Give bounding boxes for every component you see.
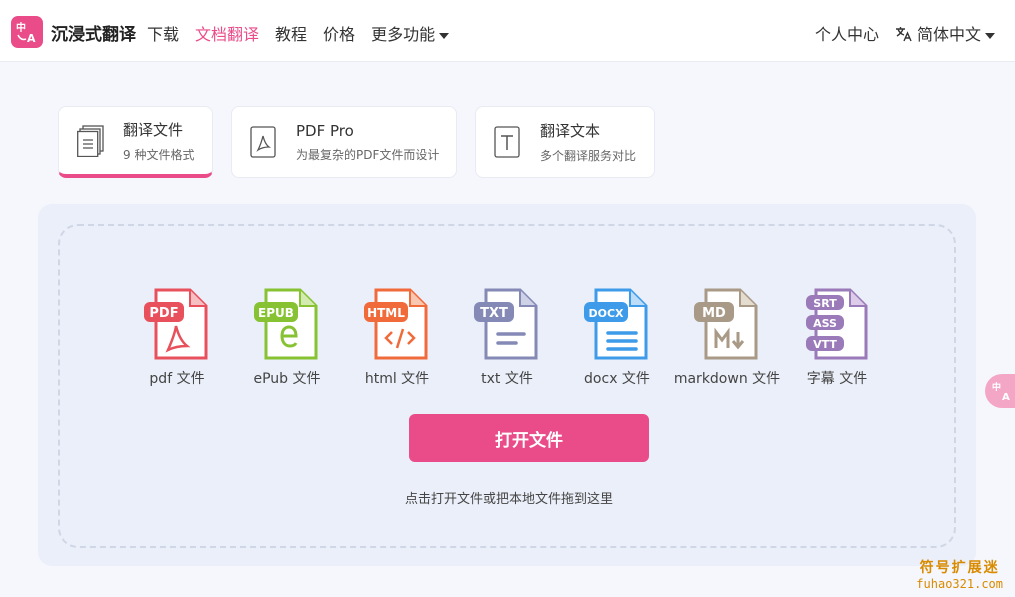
- chevron-down-icon: [985, 32, 995, 39]
- file-type-label: markdown 文件: [673, 371, 781, 387]
- file-type-subtitle: SRT ASS VTT 字幕 文件: [782, 288, 892, 388]
- translate-logo-icon: 中 A: [992, 381, 1010, 402]
- html-badge-text: HTML: [367, 306, 405, 320]
- translate-icon: [895, 27, 912, 42]
- pdf-file-icon: PDF: [144, 288, 208, 360]
- svg-text:中: 中: [992, 381, 1001, 393]
- docx-badge-text: DOCX: [588, 307, 624, 320]
- nav-pricing[interactable]: 价格: [323, 21, 355, 45]
- tab-translate-text[interactable]: 翻译文本 多个翻译服务对比: [475, 106, 655, 178]
- html-file-icon: HTML: [364, 288, 428, 360]
- tab-title: PDF Pro: [296, 121, 354, 140]
- file-type-markdown: MD markdown 文件: [672, 288, 782, 388]
- open-file-button[interactable]: 打开文件: [409, 414, 649, 462]
- nav-more-features[interactable]: 更多功能: [371, 21, 450, 45]
- language-selector[interactable]: 简体中文: [895, 21, 995, 45]
- subtitle-file-icon: SRT ASS VTT: [806, 288, 868, 360]
- tab-pdf-pro[interactable]: PDF Pro 为最复杂的PDF文件而设计: [231, 106, 457, 178]
- txt-file-icon: TXT: [474, 288, 538, 360]
- file-type-html: HTML html 文件: [342, 288, 452, 388]
- file-type-label: txt 文件: [481, 371, 533, 387]
- floating-translate-button[interactable]: 中 A: [985, 374, 1015, 408]
- language-label: 简体中文: [916, 25, 981, 44]
- markdown-file-icon: MD: [694, 288, 758, 360]
- file-type-pdf: PDF pdf 文件: [122, 288, 232, 388]
- nav-download[interactable]: 下载: [147, 21, 179, 45]
- upload-panel: PDF pdf 文件 EPUB ePub 文件 HTML html 文件 TXT…: [38, 204, 976, 566]
- tab-title: 翻译文件: [123, 120, 184, 139]
- brand-name[interactable]: 沉浸式翻译: [51, 20, 136, 45]
- text-icon: [494, 126, 520, 158]
- tab-subtitle: 为最复杂的PDF文件而设计: [296, 147, 440, 162]
- file-type-label: 字幕 文件: [806, 371, 868, 387]
- md-badge-text: MD: [702, 306, 726, 321]
- file-type-label: html 文件: [364, 371, 430, 387]
- tab-title: 翻译文本: [540, 122, 601, 140]
- tab-subtitle: 9 种文件格式: [123, 147, 195, 162]
- tab-subtitle: 多个翻译服务对比: [540, 149, 637, 163]
- drop-hint: 点击打开文件或把本地文件拖到这里: [404, 492, 613, 507]
- watermark-line2: fuhao321.com: [916, 577, 1003, 591]
- ass-badge-text: ASS: [813, 317, 837, 330]
- file-type-docx: DOCX docx 文件: [562, 288, 672, 388]
- docx-file-icon: DOCX: [584, 288, 648, 360]
- file-type-label: pdf 文件: [149, 371, 205, 387]
- epub-badge-text: EPUB: [258, 306, 294, 320]
- file-type-label: ePub 文件: [253, 371, 321, 387]
- file-type-txt: TXT txt 文件: [452, 288, 562, 388]
- app-logo-icon[interactable]: 中 A: [11, 16, 43, 48]
- watermark-line1: 符号扩展迷: [919, 560, 1000, 576]
- file-type-label: docx 文件: [584, 371, 650, 387]
- pdf-badge-text: PDF: [149, 306, 178, 321]
- top-header: 中 A 沉浸式翻译 下载 文档翻译 教程 价格 更多功能 个人中心 简体中文: [0, 0, 1015, 62]
- svg-text:A: A: [1002, 392, 1010, 402]
- header-right: 个人中心 简体中文: [815, 21, 995, 45]
- srt-badge-text: SRT: [813, 297, 837, 310]
- txt-badge-text: TXT: [480, 306, 508, 321]
- user-center-link[interactable]: 个人中心: [815, 21, 879, 45]
- epub-file-icon: EPUB: [254, 288, 318, 360]
- file-type-epub: EPUB ePub 文件: [232, 288, 342, 388]
- chevron-down-icon: [439, 32, 450, 39]
- pdf-acrobat-icon: [250, 126, 276, 158]
- vtt-badge-text: VTT: [813, 338, 837, 351]
- nav-more-label: 更多功能: [371, 25, 436, 44]
- svg-text:A: A: [27, 32, 36, 44]
- svg-text:中: 中: [16, 21, 26, 34]
- main-nav: 下载 文档翻译 教程 价格 更多功能: [147, 21, 450, 45]
- nav-doc-translate[interactable]: 文档翻译: [195, 21, 259, 45]
- tab-translate-file[interactable]: 翻译文件 9 种文件格式: [58, 106, 213, 178]
- site-watermark: 符号扩展迷 fuhao321.com: [916, 557, 1003, 591]
- file-dropzone[interactable]: PDF pdf 文件 EPUB ePub 文件 HTML html 文件 TXT…: [58, 224, 956, 548]
- nav-tutorial[interactable]: 教程: [275, 21, 307, 45]
- documents-icon: [77, 124, 104, 157]
